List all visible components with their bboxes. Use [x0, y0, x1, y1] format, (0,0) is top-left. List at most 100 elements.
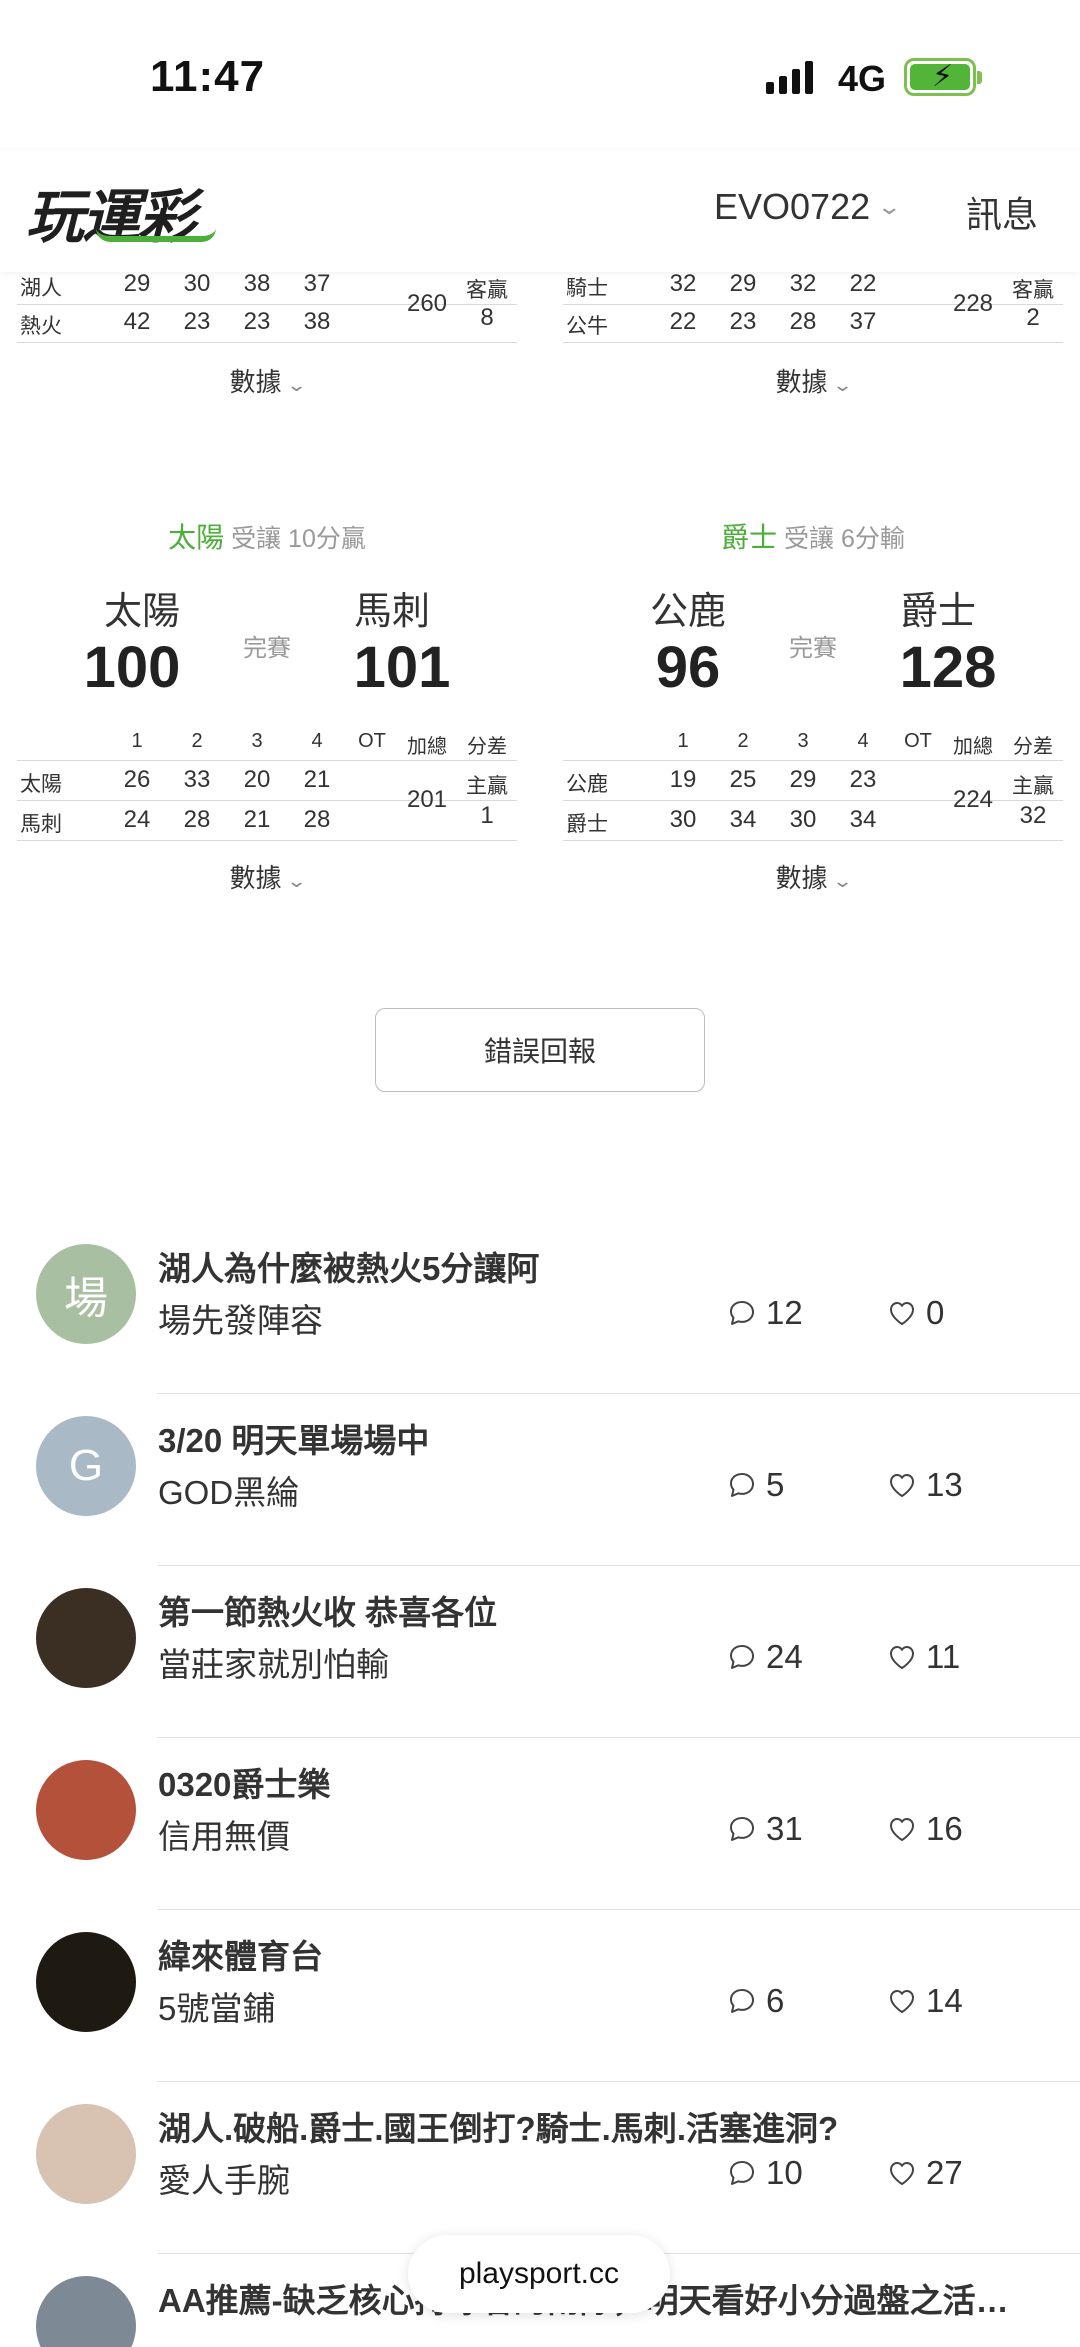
url-bar[interactable]: playsport.cc: [408, 2235, 670, 2313]
quarter-score: 37: [849, 308, 877, 335]
column-header: 分差: [467, 736, 507, 758]
heart-icon: [890, 1474, 914, 1497]
stats-toggle[interactable]: 數據 ⌄: [17, 858, 517, 895]
post-title[interactable]: 3/20 明天單場場中: [158, 1414, 429, 1462]
app-logo[interactable]: 玩運彩: [26, 170, 216, 254]
quarter-score: 28: [789, 308, 817, 335]
post-author[interactable]: 場先發陣容: [158, 1294, 323, 1342]
stats-label: 數據: [229, 863, 282, 893]
result-label: 主贏: [1012, 775, 1054, 798]
stats-toggle[interactable]: 數據 ⌄: [563, 858, 1063, 895]
quarter-score: 21: [243, 806, 271, 833]
comment-count-value: 24: [766, 1638, 803, 1675]
username: EVO0722: [714, 186, 871, 227]
column-header: 3: [797, 730, 809, 752]
team-name: 公鹿: [566, 773, 608, 796]
spread-team: 太陽: [168, 522, 225, 553]
quarter-score: 24: [123, 806, 151, 833]
like-count-value: 27: [926, 2154, 963, 2191]
result-diff: 32: [1019, 802, 1047, 829]
stats-toggle[interactable]: 數據 ⌄: [563, 362, 1063, 399]
column-header: OT: [358, 730, 386, 752]
like-count-value: 13: [926, 1466, 963, 1503]
quarter-score: 20: [243, 766, 271, 793]
comment-bubble-icon: [730, 1473, 754, 1497]
like-count[interactable]: 16: [886, 1810, 963, 1848]
comment-count: 6: [726, 1982, 784, 2020]
spread-team: 爵士: [721, 522, 778, 553]
result-diff: 2: [1026, 304, 1040, 331]
forum-post[interactable]: 湖人.破船.爵士.國王倒打?騎士.馬刺.活塞進洞? 愛人手腕 10 27: [0, 2082, 1080, 2254]
column-header: OT: [904, 730, 932, 752]
like-count-value: 11: [926, 1638, 961, 1675]
stats-toggle[interactable]: 數據 ⌄: [17, 362, 517, 399]
quarter-score: 21: [303, 766, 331, 793]
forum-post[interactable]: 0320爵士樂 信用無價 31 16: [0, 1738, 1080, 1910]
quarter-score: 22: [669, 308, 697, 335]
column-header: 1: [131, 730, 143, 752]
result-label: 主贏: [466, 775, 508, 798]
post-title[interactable]: 第一節熱火收 恭喜各位: [158, 1586, 497, 1634]
like-count[interactable]: 14: [886, 1982, 963, 2020]
like-count[interactable]: 27: [886, 2154, 963, 2192]
avatar[interactable]: 場: [36, 1244, 136, 1344]
column-header: 3: [251, 730, 263, 752]
comment-count: 24: [726, 1638, 803, 1676]
comment-bubble-icon: [730, 1301, 754, 1325]
like-count[interactable]: 0: [886, 1294, 944, 1332]
column-header: 1: [677, 730, 689, 752]
column-header: 加總: [407, 736, 447, 758]
post-title[interactable]: 0320爵士樂: [158, 1758, 330, 1806]
quarter-score: 23: [243, 308, 271, 335]
error-report-button[interactable]: 錯誤回報: [375, 1008, 705, 1092]
forum-post[interactable]: 場湖人為什麼被熱火5分讓阿 場先發陣容 12 0: [0, 1222, 1080, 1394]
avatar[interactable]: [36, 1932, 136, 2032]
avatar[interactable]: [36, 1760, 136, 1860]
post-author[interactable]: 愛人手腕: [158, 2154, 290, 2202]
chevron-down-icon: ⌄: [832, 375, 854, 395]
like-count[interactable]: 11: [886, 1638, 960, 1676]
stats-label: 數據: [775, 367, 828, 397]
quarter-score: 26: [123, 766, 151, 793]
avatar[interactable]: [36, 2104, 136, 2204]
avatar[interactable]: G: [36, 1416, 136, 1516]
team-name: 湖人: [20, 277, 62, 300]
game-status: 完賽: [243, 635, 291, 662]
post-author[interactable]: 5號當鋪: [158, 1982, 275, 2030]
post-title[interactable]: 緯來體育台: [158, 1930, 323, 1978]
post-author[interactable]: 信用無價: [158, 1810, 290, 1858]
quarter-score: 30: [183, 270, 211, 297]
forum-post[interactable]: G 3/20 明天單場場中 GOD黑綸 5 13: [0, 1394, 1080, 1566]
comment-count-value: 6: [766, 1982, 785, 2019]
score-card-suns-spurs: 太陽 受讓 10分贏 太陽 馬刺 完賽 100 101 1 2 3 4 OT 加…: [17, 512, 517, 895]
post-title[interactable]: 湖人.破船.爵士.國王倒打?騎士.馬刺.活塞進洞?: [158, 2102, 838, 2150]
away-team: 公鹿: [649, 591, 726, 633]
comment-count: 31: [726, 1810, 803, 1848]
messages-link[interactable]: 訊息: [966, 186, 1038, 238]
quarter-score: 37: [303, 270, 331, 297]
heart-icon: [890, 1990, 914, 2013]
signal-icon: [766, 60, 813, 94]
heart-icon: [890, 2162, 914, 2185]
post-title[interactable]: 湖人為什麼被熱火5分讓阿: [158, 1242, 539, 1290]
quarter-score: 23: [183, 308, 211, 335]
spread-result: 太陽 受讓 10分贏: [17, 516, 517, 556]
logo-swoosh: [96, 228, 216, 242]
avatar[interactable]: [36, 1588, 136, 1688]
post-author[interactable]: 當莊家就別怕輸: [158, 1638, 389, 1686]
post-author[interactable]: GOD黑綸: [158, 1466, 299, 1514]
quarter-score: 32: [669, 270, 697, 297]
comment-count: 10: [726, 2154, 803, 2192]
avatar[interactable]: [36, 2276, 136, 2347]
user-menu[interactable]: EVO0722 ⌄: [714, 186, 902, 228]
like-count[interactable]: 13: [886, 1466, 963, 1504]
quarter-score: 25: [729, 766, 757, 793]
quarter-score: 23: [849, 766, 877, 793]
status-time: 11:47: [150, 52, 266, 101]
result-label: 客贏: [466, 279, 508, 302]
forum-post[interactable]: 第一節熱火收 恭喜各位 當莊家就別怕輸 24 11: [0, 1566, 1080, 1738]
column-header: 分差: [1013, 736, 1053, 758]
total-score: 201: [406, 786, 448, 813]
spread-result: 爵士 受讓 6分輸: [563, 516, 1063, 556]
forum-post[interactable]: 緯來體育台 5號當鋪 6 14: [0, 1910, 1080, 2082]
